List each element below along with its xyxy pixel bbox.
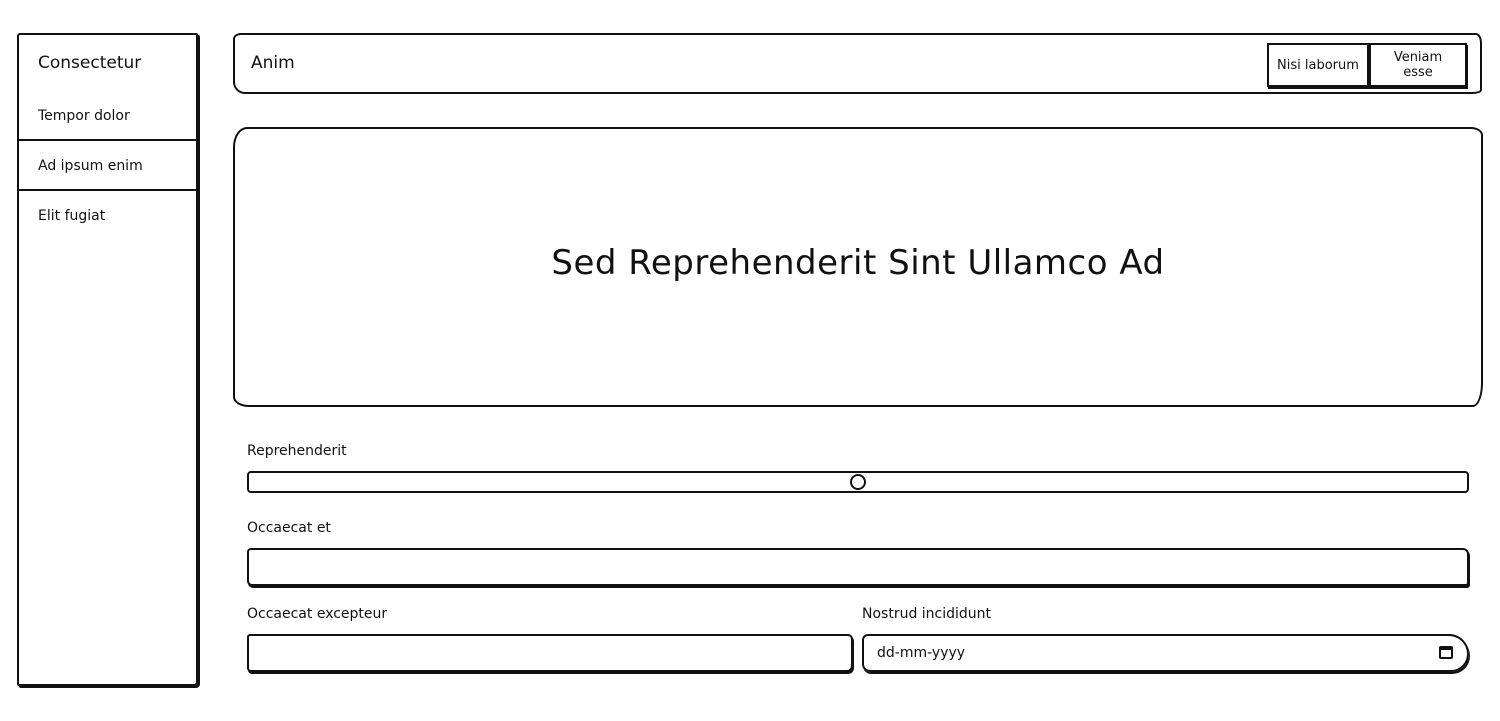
occaecat-et-label: Occaecat et [247, 520, 331, 536]
hero-title: Sed Reprehenderit Sint Ullamco Ad [551, 243, 1165, 283]
sidebar-title: Consectetur [38, 53, 142, 73]
occaecat-excepteur-label: Occaecat excepteur [247, 606, 388, 622]
slider-label: Reprehenderit [247, 443, 347, 459]
nisi-laborum-button[interactable]: Nisi laborum [1267, 43, 1369, 87]
sidebar: Consectetur Tempor dolor Ad ipsum enim E… [17, 33, 198, 686]
nostrud-incididunt-label: Nostrud incididunt [862, 606, 992, 622]
sidebar-item-tempor-dolor[interactable]: Tempor dolor [19, 91, 196, 141]
veniam-esse-button[interactable]: Veniam esse [1369, 43, 1467, 87]
date-placeholder: dd-mm-yyyy [877, 645, 966, 661]
top-bar: Anim Nisi laborum Veniam esse [233, 33, 1482, 94]
date-input[interactable]: dd-mm-yyyy [862, 634, 1469, 672]
slider-thumb[interactable] [850, 474, 866, 490]
occaecat-excepteur-input[interactable] [247, 634, 853, 672]
calendar-icon[interactable] [1439, 646, 1453, 659]
occaecat-et-input[interactable] [247, 548, 1469, 586]
hero-banner: Sed Reprehenderit Sint Ullamco Ad [233, 127, 1483, 407]
sidebar-item-elit-fugiat[interactable]: Elit fugiat [19, 191, 196, 241]
sidebar-item-ad-ipsum-enim[interactable]: Ad ipsum enim [19, 141, 196, 191]
range-slider[interactable] [247, 471, 1469, 493]
page-title: Anim [251, 53, 295, 73]
